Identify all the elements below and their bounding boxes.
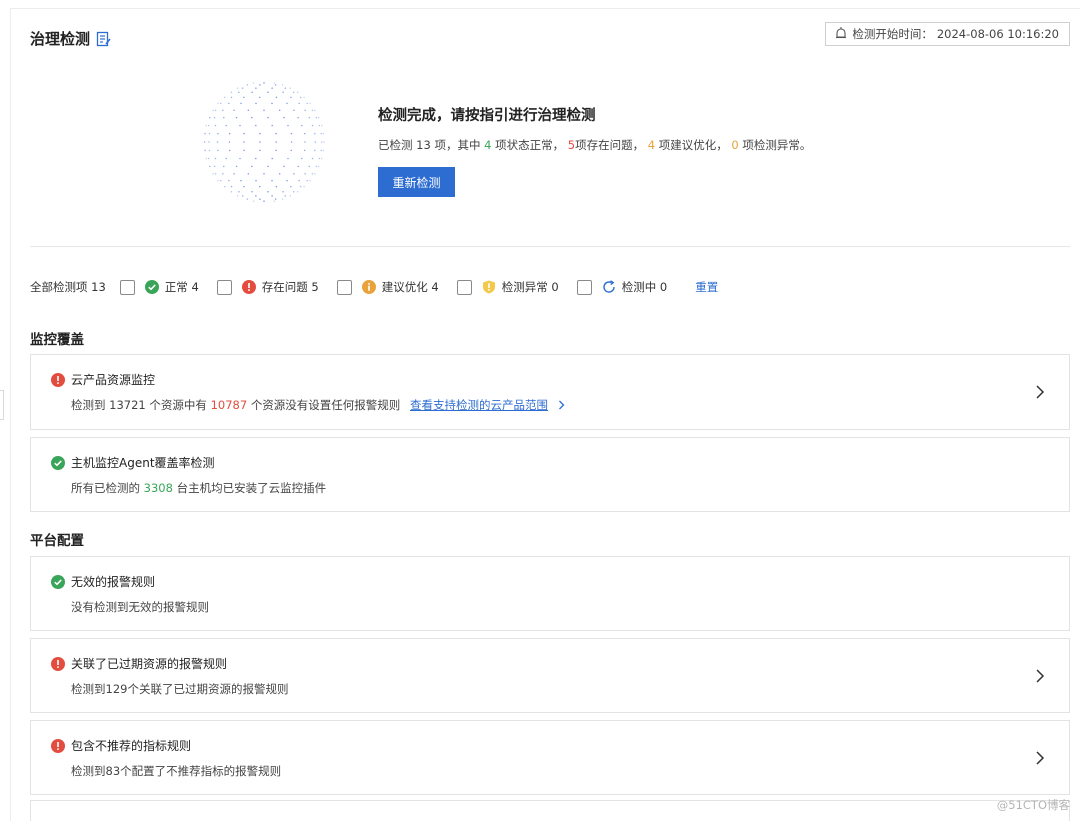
- detection-summary-panel: 检测完成，请按指引进行治理检测 已检测 13 项，其中 4 项状态正常， 5项存…: [200, 78, 1060, 208]
- card-description: 检测到129个关联了已过期资源的报警规则: [71, 682, 289, 696]
- desc-highlight-count: 10787: [210, 398, 248, 412]
- supported-products-link[interactable]: 查看支持检测的云产品范围: [410, 398, 548, 412]
- filter-normal-checkbox[interactable]: [119, 279, 135, 295]
- exclamation-circle-icon: [51, 372, 65, 387]
- detection-result-summary: 已检测 13 项，其中 4 项状态正常， 5项存在问题， 4 项建议优化， 0 …: [378, 137, 811, 153]
- filter-abnormal-label: 检测异常 0: [501, 280, 559, 294]
- start-time-value: 2024-08-06 10:16:20: [936, 27, 1059, 41]
- refresh-icon: [603, 280, 615, 293]
- filter-detecting-label: 检测中 0: [621, 280, 668, 294]
- watermark: @51CTO博客: [996, 798, 1070, 812]
- check-card-invalid-alert-rules[interactable]: 无效的报警规则 没有检测到无效的报警规则: [30, 556, 1070, 631]
- filter-problem-checkbox[interactable]: [216, 279, 232, 295]
- filter-detecting-checkbox[interactable]: [576, 279, 592, 295]
- card-title-text: 云产品资源监控: [71, 373, 156, 387]
- filter-all-label: 全部检测项 13: [30, 280, 106, 294]
- check-card-partial[interactable]: [30, 800, 1070, 821]
- side-collapse-handle[interactable]: [0, 390, 4, 420]
- desc-suffix: 台主机均已安装了云监控插件: [176, 481, 327, 495]
- header: 治理检测 检测开始时间： 2024-08-06 10:16:20: [30, 22, 1070, 50]
- summary-abnormal-text: 项检测异常。: [742, 138, 812, 152]
- section-title-monitoring: 监控覆盖: [30, 332, 84, 348]
- check-card-expired-resource-rules[interactable]: 关联了已过期资源的报警规则 检测到129个关联了已过期资源的报警规则: [30, 638, 1070, 713]
- card-title-text: 关联了已过期资源的报警规则: [71, 657, 228, 671]
- chevron-right-icon[interactable]: [1035, 750, 1045, 765]
- chevron-right-icon[interactable]: [558, 400, 565, 410]
- card-title-text: 无效的报警规则: [71, 575, 156, 589]
- summary-suggest-text: 项建议优化，: [658, 138, 728, 152]
- filter-abnormal[interactable]: 检测异常 0: [456, 279, 559, 295]
- filter-normal[interactable]: 正常 4: [119, 279, 199, 295]
- desc-suffix: 个资源没有设置任何报警规则: [250, 398, 401, 412]
- chevron-right-icon[interactable]: [1035, 668, 1045, 683]
- summary-prefix: 已检测 13 项，其中: [378, 138, 481, 152]
- section-divider: [30, 246, 1070, 247]
- section-title-platform: 平台配置: [30, 533, 84, 549]
- document-edit-icon[interactable]: [96, 31, 111, 47]
- status-filter-bar: 全部检测项 13 正常 4 存在问题 5 建议优化 4 检测异常 0 检测中 0…: [30, 276, 718, 298]
- card-title: 主机监控Agent覆盖率检测: [51, 454, 215, 471]
- reset-filters-link[interactable]: 重置: [695, 279, 718, 295]
- check-circle-icon: [144, 280, 159, 294]
- card-title-text: 包含不推荐的指标规则: [71, 739, 192, 753]
- exclamation-circle-icon: [51, 656, 65, 671]
- check-card-cloud-resource-monitoring[interactable]: 云产品资源监控 检测到 13721 个资源中有 10787 个资源没有设置任何报…: [30, 354, 1070, 430]
- start-time-label: 检测开始时间：: [852, 27, 933, 41]
- page-title-text: 治理检测: [30, 30, 91, 48]
- exclamation-circle-icon: [241, 280, 256, 294]
- card-title: 云产品资源监控: [51, 371, 155, 388]
- dotted-globe-graphic: [203, 82, 325, 202]
- filter-normal-label: 正常 4: [164, 280, 199, 294]
- check-circle-icon: [51, 455, 65, 470]
- filter-detecting[interactable]: 检测中 0: [576, 279, 668, 295]
- check-card-unrecommended-metric-rules[interactable]: 包含不推荐的指标规则 检测到83个配置了不推荐指标的报警规则: [30, 720, 1070, 795]
- card-description: 检测到 13721 个资源中有 10787 个资源没有设置任何报警规则 查看支持…: [71, 397, 565, 413]
- filter-suggest-label: 建议优化 4: [381, 280, 439, 294]
- clock-alarm-icon: [834, 26, 848, 43]
- card-title: 包含不推荐的指标规则: [51, 737, 191, 754]
- filter-abnormal-checkbox[interactable]: [456, 279, 472, 295]
- exclamation-circle-icon: [51, 738, 65, 753]
- summary-normal-text: 项状态正常，: [495, 138, 565, 152]
- summary-problem-count: 5: [567, 138, 576, 152]
- summary-problem-text: 项存在问题，: [575, 138, 645, 152]
- summary-abnormal-count: 0: [731, 138, 739, 152]
- check-circle-icon: [51, 574, 65, 589]
- desc-highlight-count: 3308: [143, 481, 173, 495]
- card-title: 关联了已过期资源的报警规则: [51, 655, 227, 672]
- card-title-text: 主机监控Agent覆盖率检测: [71, 456, 215, 470]
- detection-start-time: 检测开始时间： 2024-08-06 10:16:20: [825, 22, 1070, 46]
- info-circle-icon: [361, 280, 376, 294]
- filter-suggest-checkbox[interactable]: [336, 279, 352, 295]
- page-title: 治理检测: [30, 28, 111, 49]
- card-description: 所有已检测的 3308 台主机均已安装了云监控插件: [71, 480, 326, 496]
- summary-suggest-count: 4: [647, 138, 656, 152]
- card-title: 无效的报警规则: [51, 573, 155, 590]
- recheck-button[interactable]: 重新检测: [378, 167, 455, 197]
- filter-problem[interactable]: 存在问题 5: [216, 279, 319, 295]
- chevron-right-icon[interactable]: [1035, 385, 1045, 399]
- card-description: 检测到83个配置了不推荐指标的报警规则: [71, 764, 282, 778]
- shield-warning-icon: [482, 280, 495, 294]
- detection-result-title: 检测完成，请按指引进行治理检测: [378, 108, 596, 124]
- summary-normal-count: 4: [484, 138, 492, 152]
- filter-suggest[interactable]: 建议优化 4: [336, 279, 439, 295]
- filter-problem-label: 存在问题 5: [261, 280, 319, 294]
- desc-prefix: 所有已检测的: [71, 481, 140, 495]
- check-card-host-agent-coverage[interactable]: 主机监控Agent覆盖率检测 所有已检测的 3308 台主机均已安装了云监控插件: [30, 437, 1070, 512]
- desc-prefix: 检测到 13721 个资源中有: [71, 398, 207, 412]
- card-description: 没有检测到无效的报警规则: [71, 600, 209, 614]
